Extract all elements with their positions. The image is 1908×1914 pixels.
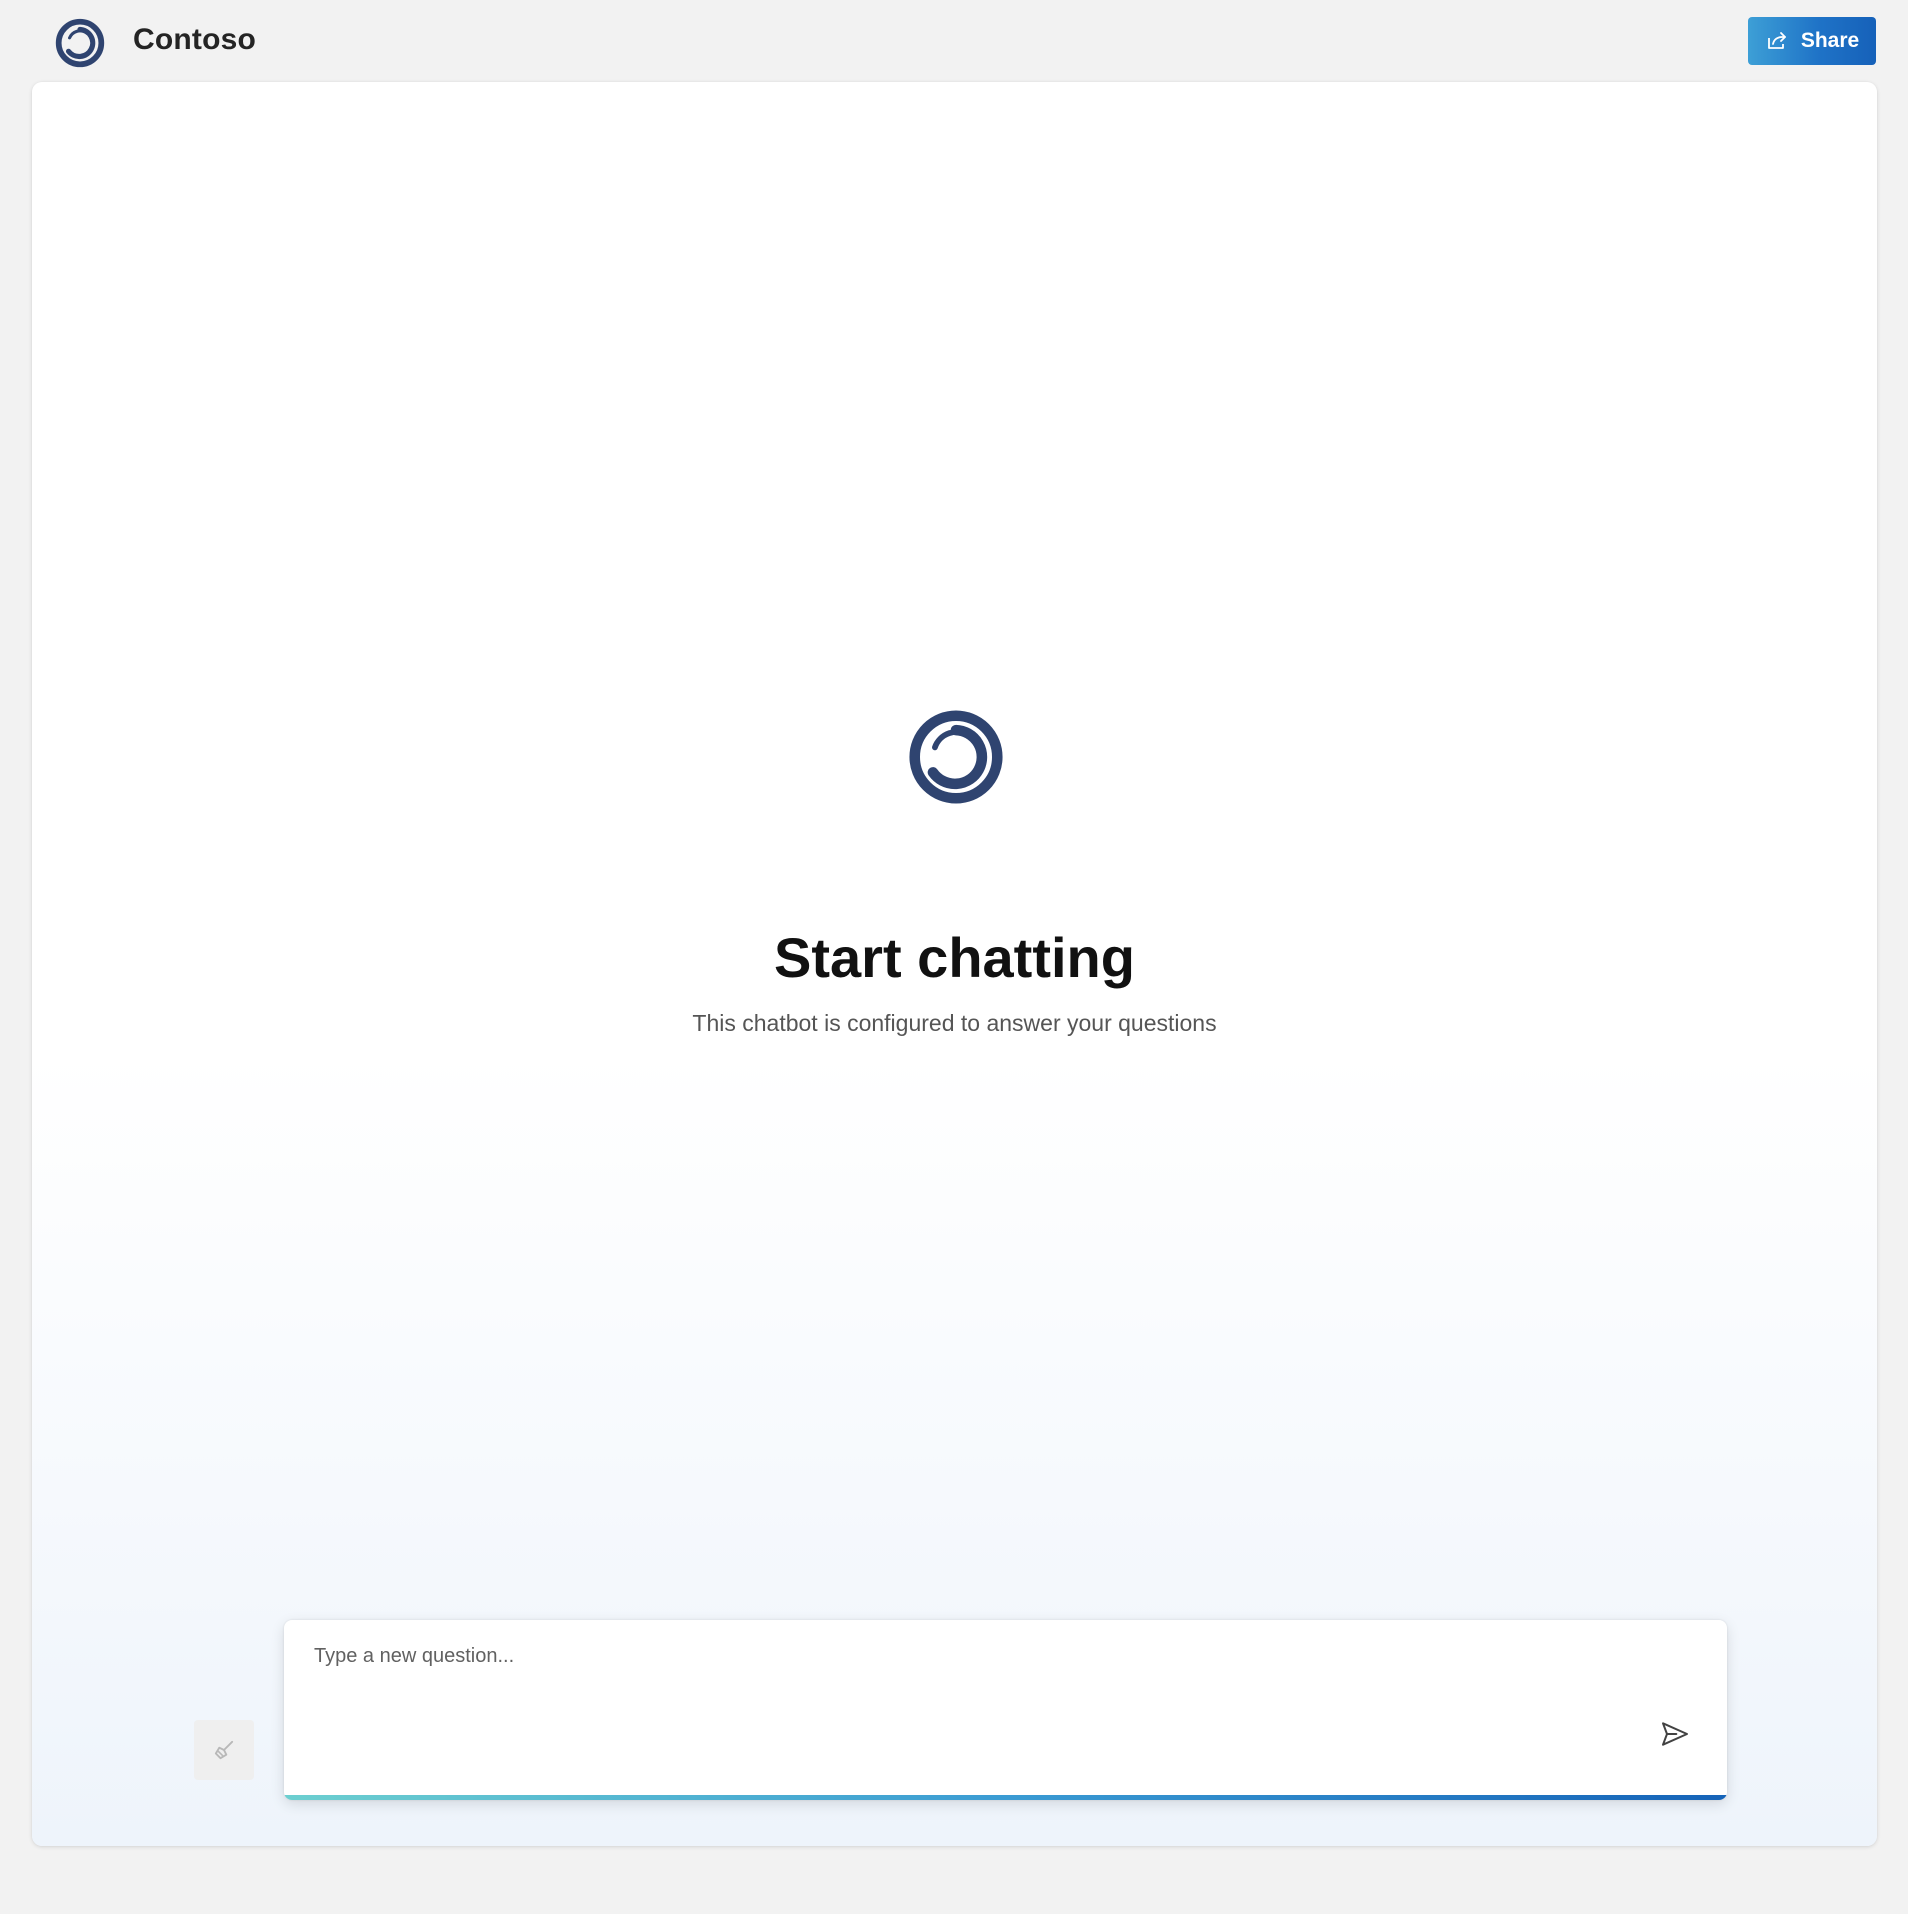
- chat-panel: Start chatting This chatbot is configure…: [32, 82, 1877, 1846]
- app-title: Contoso: [133, 23, 257, 56]
- question-composer: [284, 1620, 1727, 1800]
- question-input[interactable]: [284, 1620, 1727, 1790]
- send-icon: [1662, 1722, 1688, 1746]
- share-button[interactable]: Share: [1748, 17, 1876, 65]
- share-button-label: Share: [1800, 29, 1860, 52]
- broom-icon: [214, 1740, 234, 1760]
- contoso-logo-icon: [54, 17, 106, 69]
- composer-accent-bar: [284, 1795, 1727, 1800]
- clear-chat-button[interactable]: [194, 1720, 254, 1780]
- app-header: Contoso Share: [0, 0, 1908, 82]
- empty-state-title: Start chatting: [774, 926, 1135, 989]
- empty-state-subtitle: This chatbot is configured to answer you…: [692, 1010, 1217, 1036]
- send-button[interactable]: [1653, 1712, 1697, 1756]
- contoso-logo-large-icon: [908, 709, 1004, 805]
- share-arrow-icon: [1767, 32, 1786, 49]
